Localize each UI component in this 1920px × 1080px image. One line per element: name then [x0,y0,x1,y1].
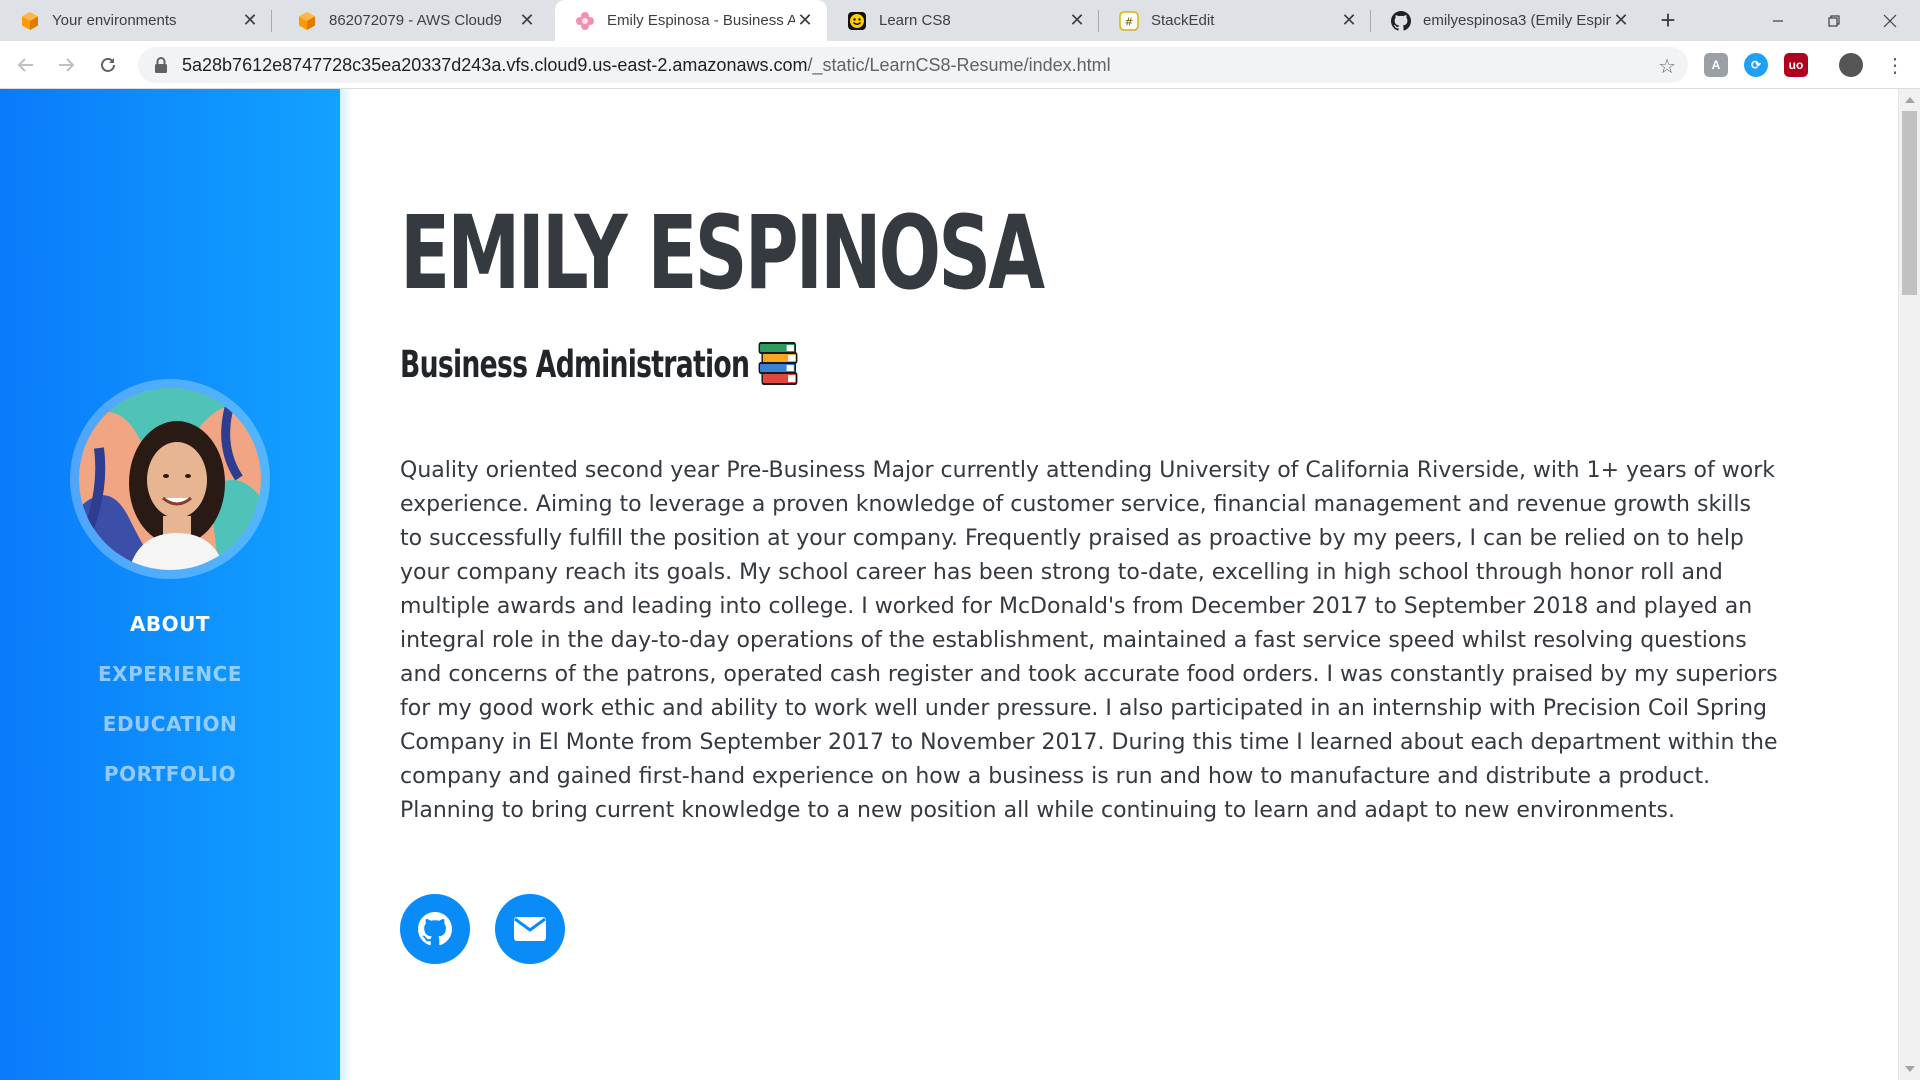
restore-icon [1828,14,1840,27]
scroll-down-arrow[interactable] [1905,1066,1915,1072]
forward-button[interactable] [50,49,82,81]
reload-button[interactable] [92,49,124,81]
tab-title: Your environments [52,12,177,29]
scroll-thumb[interactable] [1902,111,1917,295]
new-tab-button[interactable]: + [1653,5,1683,35]
github-link-button[interactable] [400,894,470,964]
profile-avatar[interactable] [1839,53,1863,77]
smiley-icon [847,11,867,31]
tab-title: Learn CS8 [879,12,951,29]
books-icon [758,342,798,385]
lock-icon[interactable] [152,56,170,74]
close-icon [1883,14,1897,27]
bookmark-star-icon[interactable]: ☆ [1658,54,1676,79]
url-host: 5a28b7612e8747728c35ea20337d243a.vfs.clo… [182,54,808,75]
browser-tab-strip: Your environments ✕ 862072079 - AWS Clou… [0,0,1920,41]
close-tab-icon[interactable]: ✕ [517,10,537,31]
back-button[interactable] [10,49,42,81]
github-icon [418,912,452,946]
tab-github-profile[interactable]: emilyespinosa3 (Emily Espinc ✕ [1371,0,1643,41]
svg-text:#: # [1124,15,1133,28]
about-bio: Quality oriented second year Pre-Busines… [400,458,1778,823]
flower-icon [575,11,595,31]
profile-photo [79,388,261,570]
nav-portfolio[interactable]: PORTFOLIO [0,762,340,786]
resume-page: ABOUT EXPERIENCE EDUCATION PORTFOLIO EMI… [0,89,1920,1080]
close-window-button[interactable] [1862,0,1918,41]
subtitle-text: Business Administration [400,342,750,386]
scroll-up-arrow[interactable] [1905,97,1915,103]
extension-sync-icon[interactable]: ⟳ [1744,53,1768,77]
browser-toolbar: 5a28b7612e8747728c35ea20337d243a.vfs.clo… [0,41,1920,89]
nav-education[interactable]: EDUCATION [0,712,340,736]
arrow-right-icon [59,58,75,72]
nav-about[interactable]: ABOUT [0,612,340,636]
tab-learn-cs8[interactable]: Learn CS8 ✕ [827,0,1099,41]
tab-stackedit[interactable]: # StackEdit ✕ [1099,0,1371,41]
extension-translate-icon[interactable]: A [1704,53,1728,77]
url-text: 5a28b7612e8747728c35ea20337d243a.vfs.clo… [182,55,1111,76]
sidebar-shadow [340,89,352,1080]
restore-button[interactable] [1806,0,1862,41]
close-tab-icon[interactable]: ✕ [1339,10,1359,31]
minimize-icon [1773,19,1783,22]
nav-experience[interactable]: EXPERIENCE [0,662,340,686]
ublock-shield-icon[interactable]: uo [1784,53,1808,77]
sidebar: ABOUT EXPERIENCE EDUCATION PORTFOLIO [0,89,340,1080]
subtitle: Business Administration [400,341,798,387]
menu-kebab-icon[interactable]: ⋮ [1879,49,1911,81]
tab-emily-espinosa[interactable]: Emily Espinosa - Business Ad ✕ [555,0,827,41]
tab-title: Emily Espinosa - Business Ad [607,12,795,29]
profile-photo-ring [70,379,270,579]
envelope-icon [514,917,546,941]
page-title: EMILY ESPINOSA [400,194,1045,313]
reload-icon [101,58,115,72]
tab-aws-cloud9[interactable]: 862072079 - AWS Cloud9 ✕ [277,0,549,41]
aws-cube-icon [20,11,40,31]
stackedit-icon: # [1119,10,1139,31]
close-tab-icon[interactable]: ✕ [240,10,260,31]
arrow-left-icon [17,58,33,72]
tab-divider [271,10,272,32]
page-scrollbar[interactable] [1898,89,1920,1080]
close-tab-icon[interactable]: ✕ [1067,10,1087,31]
tab-title: 862072079 - AWS Cloud9 [329,12,502,29]
tab-title: StackEdit [1151,12,1215,29]
close-tab-icon[interactable]: ✕ [1611,10,1631,31]
aws-cube-icon [297,11,317,31]
address-bar[interactable]: 5a28b7612e8747728c35ea20337d243a.vfs.clo… [138,47,1688,83]
email-link-button[interactable] [495,894,565,964]
url-path: /_static/LearnCS8-Resume/index.html [807,54,1111,75]
github-icon [1391,10,1411,31]
tab-title: emilyespinosa3 (Emily Espinc [1423,12,1611,29]
minimize-button[interactable] [1750,0,1806,41]
tab-your-environments[interactable]: Your environments ✕ [0,0,272,41]
close-tab-icon[interactable]: ✕ [795,10,815,31]
